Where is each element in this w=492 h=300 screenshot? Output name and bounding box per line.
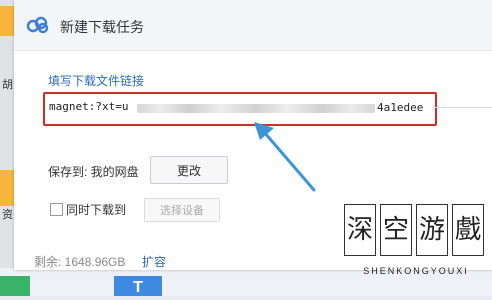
cloud-icon [26, 16, 49, 34]
link-field-label: 填写下载文件链接 [48, 74, 145, 88]
dialog-title: 新建下载任务 [60, 19, 144, 35]
download-link-input[interactable]: magnet:?xt=u 4a1edee [43, 92, 437, 126]
expand-storage-link[interactable]: 扩容 [142, 253, 166, 270]
background-tile-orange [0, 170, 14, 206]
watermark-char: 戲 [452, 204, 484, 256]
remaining-space-text: 剩余: 1648.96GB [34, 255, 126, 269]
background-text: 胡 [2, 79, 13, 91]
background-tile-blue: T [114, 276, 162, 296]
background-tile-orange [0, 6, 14, 36]
background-tile-green [0, 276, 30, 296]
background-app-left [0, 0, 14, 296]
sync-download-checkbox[interactable] [50, 203, 63, 216]
pointer-arrow-icon [254, 122, 316, 192]
change-location-button[interactable]: 更改 [150, 156, 228, 184]
url-text-suffix: 4a1edee [377, 101, 424, 114]
dialog-titlebar: 新建下载任务 [14, 0, 492, 51]
watermark-text: SHENKONGYOUXI [363, 266, 469, 276]
watermark-char: 空 [380, 204, 412, 256]
watermark-char: 游 [416, 204, 448, 256]
url-redacted-segment [137, 104, 375, 113]
save-location-label: 保存到: 我的网盘 [48, 165, 139, 179]
watermark-char: 深 [344, 204, 376, 256]
sync-download-label[interactable]: 同时下载到 [66, 201, 126, 218]
watermark-logo: 深 空 游 戲 [340, 202, 486, 260]
select-device-button[interactable]: 选择设备 [144, 198, 220, 222]
background-text: 资 [2, 209, 13, 221]
divider [435, 107, 492, 108]
